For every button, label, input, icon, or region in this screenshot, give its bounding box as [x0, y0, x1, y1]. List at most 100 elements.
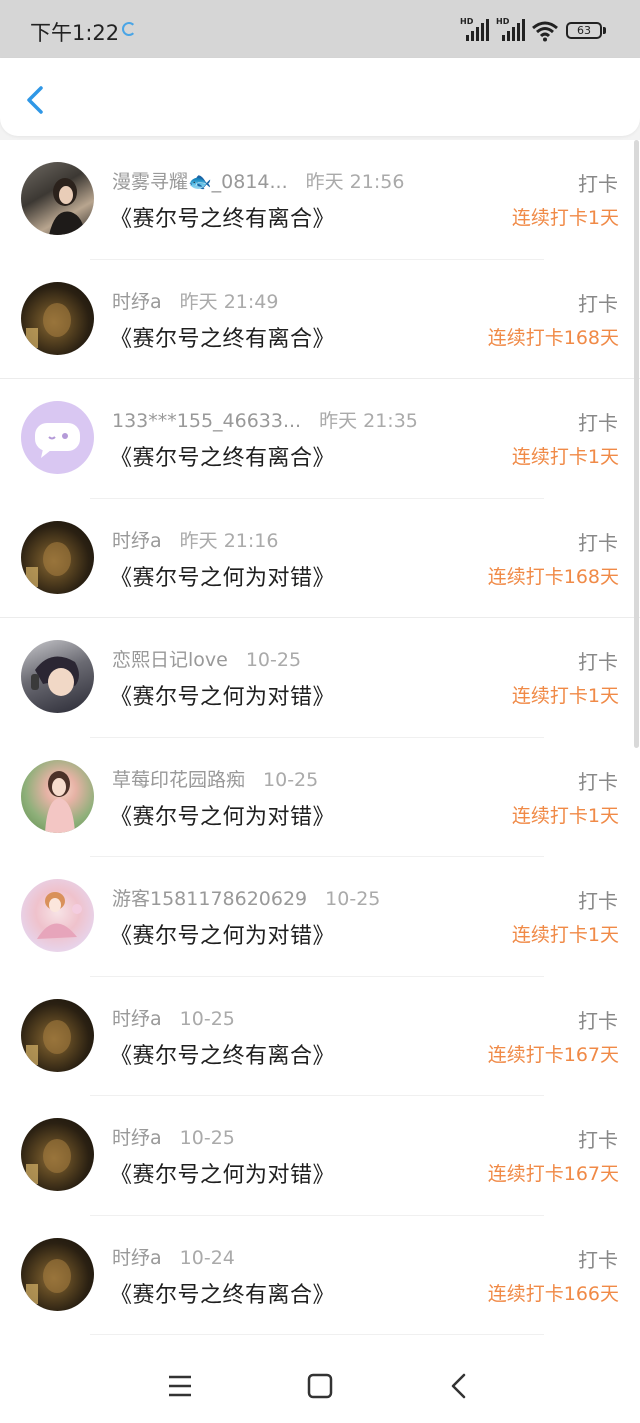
item-time: 10-25: [179, 1007, 235, 1030]
user-name[interactable]: 133***155_46633...: [112, 410, 301, 432]
list-item[interactable]: 时纾a 10-24 《赛尔号之终有离合》 打卡 连续打卡166天: [0, 1216, 640, 1335]
app-notification-icon: [122, 22, 136, 36]
back-button[interactable]: [18, 80, 54, 120]
checkin-tag: 打卡: [578, 291, 618, 316]
item-time: 10-25: [325, 888, 381, 910]
list-item[interactable]: 恋熙日记love 10-25 《赛尔号之何为对错》 打卡 连续打卡1天: [0, 618, 640, 738]
book-title[interactable]: 《赛尔号之终有离合》: [110, 201, 335, 233]
avatar[interactable]: [21, 162, 94, 235]
signal-icon: HD: [460, 17, 492, 44]
user-name[interactable]: 时纾a: [112, 1008, 162, 1030]
header-card: [0, 58, 640, 136]
item-time: 10-25: [263, 768, 319, 791]
checkin-tag: 打卡: [578, 650, 618, 674]
scrollbar[interactable]: [634, 140, 639, 748]
book-title[interactable]: 《赛尔号之何为对错》: [110, 1157, 335, 1189]
avatar[interactable]: [21, 1237, 94, 1311]
item-time: 10-24: [179, 1246, 235, 1269]
default-avatar-icon: [35, 423, 80, 458]
user-name[interactable]: 游客1581178620629: [112, 888, 307, 910]
streak-label: 连续打卡168天: [487, 326, 619, 349]
list-item[interactable]: 133***155_46633... 昨天 21:35 《赛尔号之终有离合》 打卡…: [0, 379, 640, 499]
user-name[interactable]: 漫雾寻耀🐟_0814...: [112, 171, 288, 193]
item-meta: 133***155_46633... 昨天 21:35: [112, 406, 418, 433]
user-name[interactable]: 恋熙日记love: [112, 649, 228, 671]
home-square-icon[interactable]: [300, 1366, 340, 1406]
item-time: 10-25: [245, 649, 302, 671]
list-item[interactable]: 草莓印花园路痴 10-25 《赛尔号之何为对错》 打卡 连续打卡1天: [0, 738, 640, 857]
avatar[interactable]: [21, 401, 94, 474]
user-name[interactable]: 时纾a: [112, 291, 162, 313]
divider: [90, 1334, 544, 1335]
streak-label: 连续打卡1天: [511, 924, 619, 946]
menu-icon[interactable]: [160, 1366, 200, 1406]
checkin-tag: 打卡: [578, 769, 618, 794]
streak-label: 连续打卡1天: [511, 685, 619, 707]
item-meta: 游客1581178620629 10-25: [112, 884, 380, 911]
user-name[interactable]: 时纾a: [112, 530, 162, 552]
chevron-left-icon: [27, 86, 43, 114]
item-meta: 时纾a 昨天 21:49: [112, 287, 278, 314]
item-meta: 草莓印花园路痴 10-25: [112, 765, 318, 792]
checkin-tag: 打卡: [578, 1128, 618, 1152]
book-title[interactable]: 《赛尔号之何为对错》: [110, 799, 335, 831]
checkin-tag: 打卡: [578, 889, 618, 913]
list-item[interactable]: 时纾a 昨天 21:49 《赛尔号之终有离合》 打卡 连续打卡168天: [0, 260, 640, 379]
app-header: [0, 58, 640, 140]
streak-label: 连续打卡167天: [487, 1043, 619, 1066]
status-time: 下午1:22: [30, 21, 120, 45]
streak-label: 连续打卡167天: [487, 1163, 619, 1185]
user-name[interactable]: 草莓印花园路痴: [112, 769, 245, 791]
avatar[interactable]: [21, 759, 94, 833]
system-nav-bar: [0, 1350, 640, 1423]
streak-label: 连续打卡168天: [487, 565, 619, 588]
user-name[interactable]: 时纾a: [112, 1247, 162, 1269]
signal-icon-2: HD: [496, 17, 528, 44]
item-time: 昨天 21:16: [179, 529, 279, 552]
avatar[interactable]: [21, 879, 94, 952]
avatar[interactable]: [21, 1118, 94, 1191]
item-time: 10-25: [179, 1127, 235, 1149]
list-item[interactable]: 时纾a 昨天 21:16 《赛尔号之何为对错》 打卡 连续打卡168天: [0, 499, 640, 618]
book-title[interactable]: 《赛尔号之何为对错》: [110, 560, 335, 592]
back-triangle-icon[interactable]: [440, 1366, 480, 1406]
item-time: 昨天 21:49: [179, 290, 279, 313]
list-item[interactable]: 漫雾寻耀🐟_0814... 昨天 21:56 《赛尔号之终有离合》 打卡 连续打卡…: [0, 140, 640, 260]
item-meta: 时纾a 10-25: [112, 1004, 235, 1031]
streak-label: 连续打卡1天: [511, 207, 619, 229]
streak-label: 连续打卡1天: [511, 446, 619, 468]
checkin-list: 漫雾寻耀🐟_0814... 昨天 21:56 《赛尔号之终有离合》 打卡 连续打卡…: [0, 140, 640, 1335]
item-meta: 漫雾寻耀🐟_0814... 昨天 21:56: [112, 167, 404, 194]
book-title[interactable]: 《赛尔号之终有离合》: [110, 321, 335, 353]
streak-label: 连续打卡166天: [487, 1282, 619, 1305]
streak-label: 连续打卡1天: [511, 804, 619, 827]
avatar[interactable]: [21, 640, 94, 713]
book-title[interactable]: 《赛尔号之终有离合》: [110, 1277, 335, 1309]
item-time: 昨天 21:35: [319, 410, 418, 432]
list-item[interactable]: 时纾a 10-25 《赛尔号之终有离合》 打卡 连续打卡167天: [0, 977, 640, 1096]
checkin-tag: 打卡: [578, 172, 618, 196]
book-title[interactable]: 《赛尔号之何为对错》: [110, 679, 335, 711]
item-meta: 时纾a 昨天 21:16: [112, 526, 278, 553]
list-item[interactable]: 游客1581178620629 10-25 《赛尔号之何为对错》 打卡 连续打卡1…: [0, 857, 640, 977]
item-meta: 恋熙日记love 10-25: [112, 645, 301, 672]
avatar[interactable]: [21, 998, 94, 1072]
checkin-tag: 打卡: [578, 1247, 618, 1272]
book-title[interactable]: 《赛尔号之终有离合》: [110, 440, 335, 472]
checkin-tag: 打卡: [578, 1008, 618, 1033]
avatar[interactable]: [21, 520, 94, 594]
item-time: 昨天 21:56: [305, 171, 405, 193]
book-title[interactable]: 《赛尔号之何为对错》: [110, 918, 335, 950]
item-meta: 时纾a 10-24: [112, 1243, 235, 1270]
user-name[interactable]: 时纾a: [112, 1127, 162, 1149]
wifi-icon: [532, 21, 558, 42]
battery-icon: 63: [566, 22, 602, 39]
status-indicators: HD HD 63: [460, 17, 610, 44]
item-meta: 时纾a 10-25: [112, 1123, 235, 1150]
book-title[interactable]: 《赛尔号之终有离合》: [110, 1038, 335, 1070]
checkin-tag: 打卡: [578, 530, 618, 555]
status-bar: 下午1:22 HD HD 63: [0, 0, 640, 58]
list-item[interactable]: 时纾a 10-25 《赛尔号之何为对错》 打卡 连续打卡167天: [0, 1096, 640, 1216]
battery-tip: [603, 27, 606, 34]
avatar[interactable]: [21, 281, 94, 355]
